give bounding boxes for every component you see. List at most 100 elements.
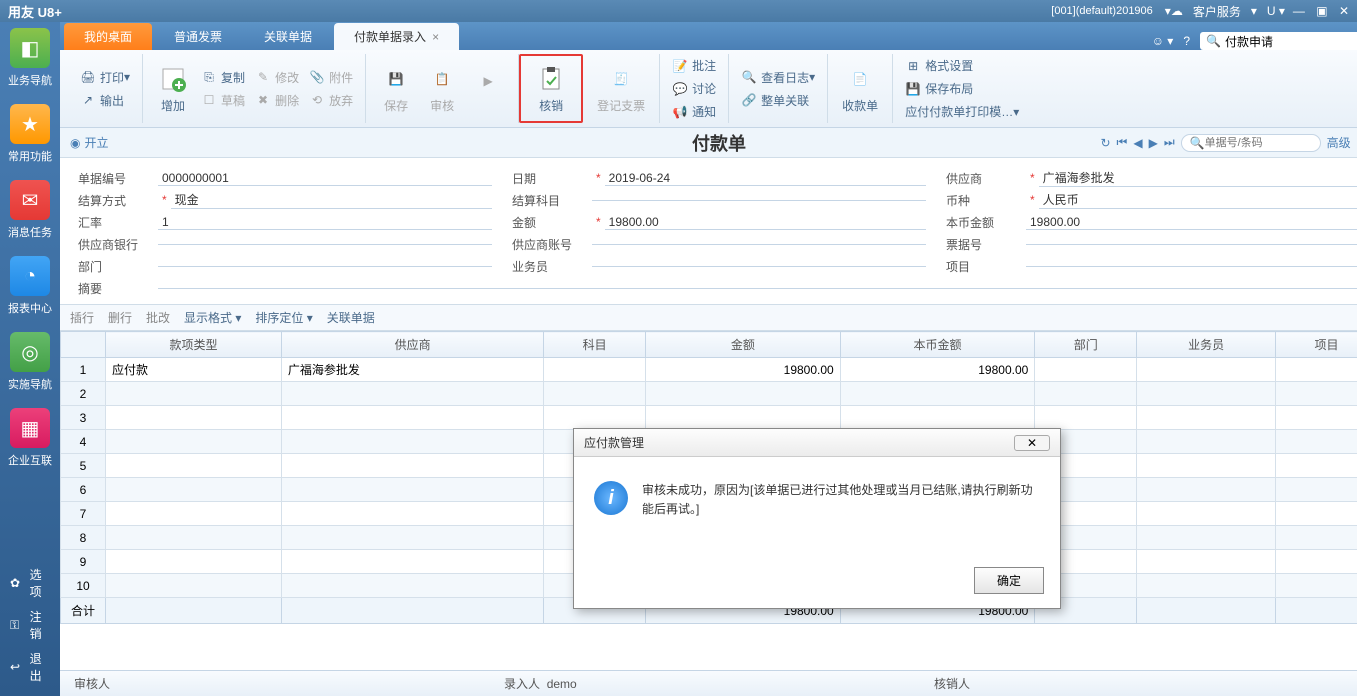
subject-value[interactable] — [592, 200, 926, 201]
col-type[interactable]: 款项类型 — [106, 332, 282, 358]
col-project[interactable]: 项目 — [1276, 332, 1357, 358]
acct-value[interactable] — [592, 244, 926, 245]
sidebar-item-report[interactable]: ◔ 报表中心 — [0, 256, 60, 316]
doc-search[interactable]: 🔍 — [1181, 134, 1321, 152]
next-icon[interactable]: ▶ — [1149, 136, 1158, 150]
left-sidebar: ◧ 业务导航 ★ 常用功能 ✉ 消息任务 ◔ 报表中心 ◎ 实施导航 ▦ 企业互… — [0, 22, 60, 696]
col-subject[interactable]: 科目 — [544, 332, 646, 358]
sidebar-options[interactable]: ✿选项 — [0, 562, 60, 604]
delete-row-button[interactable]: 删行 — [108, 309, 132, 326]
advanced-link[interactable]: 高级 — [1327, 134, 1351, 151]
tab-close-icon[interactable]: × — [432, 30, 439, 44]
col-amount[interactable]: 金额 — [646, 332, 841, 358]
sidebar-item-impl[interactable]: ◎ 实施导航 — [0, 332, 60, 392]
sidebar-item-enterprise[interactable]: ▦ 企业互联 — [0, 408, 60, 468]
save-button[interactable]: 💾保存 — [374, 61, 418, 116]
project-value[interactable] — [1026, 266, 1357, 267]
customer-service[interactable]: 客户服务 — [1193, 3, 1241, 20]
summary-value[interactable] — [158, 288, 1357, 289]
add-button[interactable]: 增加 — [151, 61, 195, 116]
doc-search-input[interactable] — [1205, 137, 1312, 149]
date-value[interactable]: 2019-06-24 — [605, 171, 926, 186]
u-menu[interactable]: U ▾ — [1267, 4, 1285, 18]
audit-button[interactable]: 📋审核 — [420, 61, 464, 116]
attach-button[interactable]: 📎附件 — [305, 67, 357, 88]
relate-button[interactable]: 🔗整单关联 — [737, 90, 819, 111]
table-row[interactable]: 1应付款广福海参批发19800.0019800.00 — [61, 358, 1357, 382]
refresh-icon[interactable]: ↻ — [1100, 136, 1110, 150]
dept-value[interactable] — [158, 266, 492, 267]
rate-value[interactable]: 1 — [158, 215, 492, 230]
bill-value[interactable] — [1026, 244, 1357, 245]
sidebar-item-biznav[interactable]: ◧ 业务导航 — [0, 28, 60, 88]
log-icon: 🔍 — [741, 69, 757, 85]
supplier-label: 供应商 — [946, 170, 1026, 187]
last-icon[interactable]: ⏭ — [1164, 135, 1175, 150]
printtpl-button[interactable]: 应付付款单打印模… ▾ — [901, 101, 1023, 122]
supplier-value[interactable]: 广福海参批发 — [1039, 169, 1357, 187]
discuss-button[interactable]: 💬讨论 — [668, 78, 720, 99]
note-button[interactable]: 📝批注 — [668, 55, 720, 76]
batch-button[interactable]: 批改 — [146, 309, 170, 326]
format-icon: ⊞ — [905, 58, 921, 74]
tab-invoice[interactable]: 普通发票 — [154, 23, 242, 50]
delete-button[interactable]: ✖删除 — [251, 90, 303, 111]
format-button[interactable]: ⊞格式设置 — [901, 55, 1023, 76]
global-search[interactable]: 🔍 × — [1200, 32, 1357, 50]
status-bar: 审核人 录入人 demo 核销人 — [60, 670, 1357, 696]
currency-value[interactable]: 人民币 — [1039, 191, 1357, 209]
col-clerk[interactable]: 业务员 — [1137, 332, 1276, 358]
bank-value[interactable] — [158, 244, 492, 245]
table-row[interactable]: 2 — [61, 382, 1357, 406]
first-icon[interactable]: ⏮ — [1117, 135, 1128, 150]
service-dropdown-icon[interactable]: ▾ — [1251, 4, 1257, 18]
close-icon[interactable]: ✕ — [1339, 4, 1349, 18]
dialog-close-button[interactable]: ✕ — [1014, 435, 1050, 451]
col-supplier[interactable]: 供应商 — [281, 332, 543, 358]
sidebar-item-message[interactable]: ✉ 消息任务 — [0, 180, 60, 240]
grid-header-row: 款项类型 供应商 科目 金额 本币金额 部门 业务员 项目 — [61, 332, 1357, 358]
global-search-input[interactable] — [1225, 34, 1357, 48]
register-button[interactable]: 🧾登记支票 — [591, 61, 651, 116]
sidebar-item-common[interactable]: ★ 常用功能 — [0, 104, 60, 164]
savelayout-button[interactable]: 💾保存布局 — [901, 78, 1023, 99]
viewlog-button[interactable]: 🔍查看日志 ▾ — [737, 67, 819, 88]
settle-value[interactable]: 现金 — [171, 191, 492, 209]
verify-button[interactable]: 核销 — [529, 61, 573, 116]
maximize-icon[interactable]: ▣ — [1316, 4, 1327, 18]
amount-value[interactable]: 19800.00 — [605, 215, 926, 230]
minimize-icon[interactable]: — — [1293, 4, 1305, 18]
sort-button[interactable]: 排序定位 ▾ — [255, 309, 312, 326]
display-format-button[interactable]: 显示格式 ▾ — [184, 309, 241, 326]
notify-button[interactable]: 📢通知 — [668, 101, 720, 122]
col-dept[interactable]: 部门 — [1035, 332, 1137, 358]
col-local[interactable]: 本币金额 — [840, 332, 1035, 358]
user-icon[interactable]: ☺ ▾ — [1152, 34, 1174, 48]
receipt-button[interactable]: 📄收款单 — [836, 61, 884, 116]
modify-button[interactable]: ✎修改 — [251, 67, 303, 88]
error-dialog: 应付款管理 ✕ i 审核未成功，原因为[该单据已进行过其他处理或当月已结账,请执… — [573, 428, 1061, 609]
discard-button[interactable]: ⟲放弃 — [305, 90, 357, 111]
insert-row-button[interactable]: 插行 — [70, 309, 94, 326]
tab-related[interactable]: 关联单据 — [244, 23, 332, 50]
draft-button[interactable]: ☐草稿 — [197, 90, 249, 111]
print-button[interactable]: 🖨打印 ▾ — [76, 67, 134, 88]
more-button[interactable]: ▶ — [466, 63, 510, 115]
sidebar-logout[interactable]: ⚿注销 — [0, 604, 60, 646]
output-button[interactable]: ↗输出 — [76, 90, 134, 111]
status-icon: ◉ — [70, 136, 80, 150]
dialog-ok-button[interactable]: 确定 — [974, 567, 1044, 594]
service-icon[interactable]: ☁ — [1171, 4, 1183, 18]
local-value[interactable]: 19800.00 — [1026, 215, 1357, 230]
clerk-value[interactable] — [592, 266, 926, 267]
delete-icon: ✖ — [255, 92, 271, 108]
help-icon[interactable]: ? — [1183, 34, 1190, 48]
tab-desktop[interactable]: 我的桌面 — [64, 23, 152, 50]
sidebar-exit[interactable]: ↩退出 — [0, 646, 60, 688]
prev-icon[interactable]: ◀ — [1133, 136, 1142, 150]
docno-value[interactable]: 0000000001 — [158, 171, 492, 186]
table-row[interactable]: 3 — [61, 406, 1357, 430]
tab-payment-entry[interactable]: 付款单据录入× — [334, 23, 459, 50]
relate-doc-button[interactable]: 关联单据 — [327, 309, 375, 326]
copy-button[interactable]: ⎘复制 — [197, 67, 249, 88]
